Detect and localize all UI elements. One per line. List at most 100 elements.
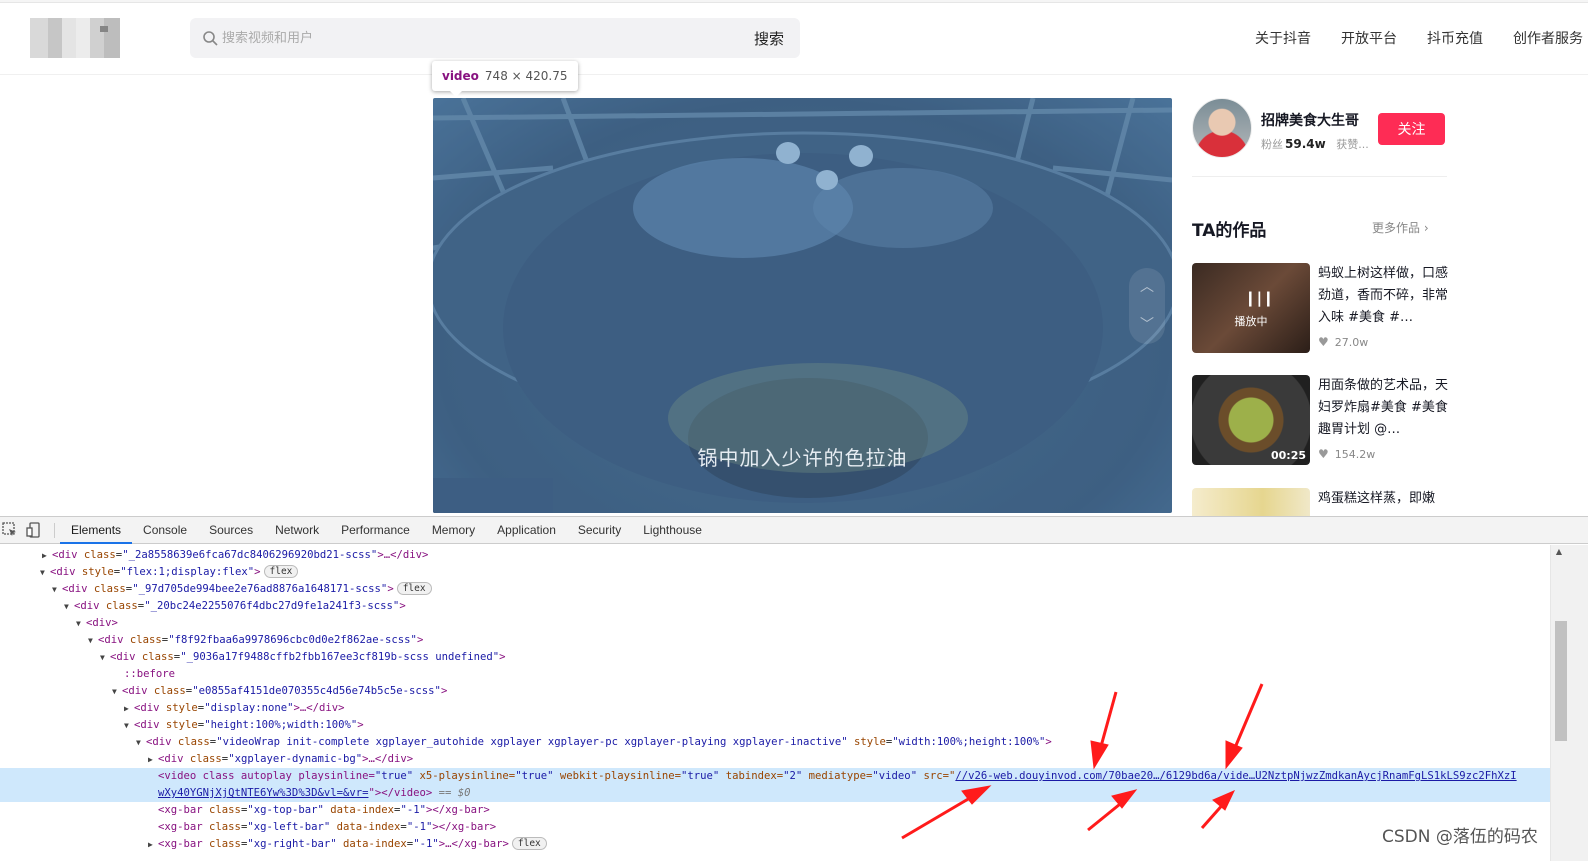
tooltip-dimensions: 748 × 420.75 (484, 69, 568, 83)
tab-security[interactable]: Security (567, 517, 632, 544)
work-likes-count: 27.0w (1334, 336, 1369, 349)
work-thumbnail[interactable]: 00:25 (1192, 375, 1310, 465)
nav-recharge[interactable]: 抖币充值 (1427, 28, 1483, 48)
author-divider (1192, 176, 1447, 177)
fans-label: 粉丝 (1261, 138, 1283, 151)
collapse-arrow-icon[interactable]: ▼ (88, 632, 98, 649)
collapse-arrow-icon[interactable]: ▼ (52, 581, 62, 598)
work-title[interactable]: 蚂蚁上树这样做，口感劲道，香而不碎，非常入味 #美食 #… (1318, 263, 1450, 329)
search-button[interactable]: 搜索 (754, 28, 784, 49)
expand-arrow-icon[interactable]: ▶ (124, 700, 134, 717)
collapse-arrow-icon[interactable]: ▼ (136, 734, 146, 751)
expand-arrow-icon[interactable]: ▶ (148, 751, 158, 768)
video-src-link-cont[interactable]: wXy40YGNjXjQtNTE6Yw%3D%3D&vl=&vr= (158, 787, 368, 799)
tree-node[interactable]: ▶ <div class="xgplayer-dynamic-bg">…</div… (0, 751, 1550, 768)
tab-console[interactable]: Console (132, 517, 198, 544)
top-nav: 关于抖音 开放平台 抖币充值 创作者服务 (1255, 28, 1588, 48)
work-likes-count: 154.2w (1334, 448, 1376, 461)
scrollbar-thumb[interactable] (1555, 621, 1567, 741)
work-likes: ♥ 27.0w (1318, 335, 1368, 349)
avatar[interactable] (1192, 98, 1252, 158)
search-input[interactable] (222, 18, 742, 58)
nav-creator-service[interactable]: 创作者服务 (1513, 28, 1583, 48)
selected-video-node[interactable]: <video class autoplay playsinline="true"… (0, 768, 1550, 785)
collapse-arrow-icon[interactable]: ▼ (76, 615, 86, 632)
elements-tree: ▶ <div class="_2a8558639e6fca67dc84062969… (0, 545, 1550, 861)
tab-network[interactable]: Network (264, 517, 330, 544)
work-title[interactable]: 鸡蛋糕这样蒸，即嫩 (1318, 488, 1450, 510)
tree-node[interactable]: ▶ <div style="display:none">…</div> (0, 700, 1550, 717)
flex-badge[interactable]: flex (511, 837, 547, 850)
tree-node[interactable]: ▼ <div style="flex:1;display:flex"> flex (0, 564, 1550, 581)
tree-node[interactable]: ::before (0, 666, 1550, 683)
tree-node[interactable]: ▼ <div> (0, 615, 1550, 632)
work-item[interactable]: 00:25 用面条做的艺术品，天妇罗炸扇#美食 #美食趣胃计划 @… ♥ 154.… (1192, 375, 1450, 465)
more-works-link[interactable]: 更多作品 › (1372, 219, 1429, 236)
work-title[interactable]: 用面条做的艺术品，天妇罗炸扇#美食 #美食趣胃计划 @… (1318, 375, 1450, 441)
fans-count: 59.4w (1285, 137, 1326, 151)
header-divider (0, 74, 1588, 75)
tab-elements[interactable]: Elements (60, 517, 133, 544)
scroll-up-icon[interactable]: ▲ (1551, 547, 1567, 556)
flex-badge[interactable]: flex (263, 565, 299, 578)
work-thumbnail[interactable]: ❙|❙ 播放中 (1192, 263, 1310, 353)
tree-node[interactable]: ▼ <div class="_20bc24e2255076f4dbc27d9fe1… (0, 598, 1550, 615)
expand-arrow-icon[interactable]: ▶ (148, 836, 158, 853)
devtools-toolbar: Elements Console Sources Network Perform… (0, 517, 1588, 544)
inspector-tooltip: video 748 × 420.75 (432, 61, 578, 97)
work-item[interactable]: 鸡蛋糕这样蒸，即嫩 (1192, 488, 1450, 516)
tree-node[interactable]: ▼ <div class="_9036a17f9488cffb2fbb167ee3… (0, 649, 1550, 666)
collapse-arrow-icon[interactable]: ▼ (64, 598, 74, 615)
video-src-link[interactable]: //v26-web.douyinvod.com/70bae20…/6129bd6… (955, 770, 1516, 782)
tree-node[interactable]: ▶ <xg-bar class="xg-right-bar" data-index… (0, 836, 1550, 853)
author-name[interactable]: 招牌美食大生哥 (1261, 110, 1359, 130)
heart-icon: ♥ (1318, 447, 1329, 461)
video-subtitle: 锅中加入少许的色拉油 (697, 446, 908, 470)
video-switch-control[interactable]: ︿ ﹀ (1129, 268, 1165, 344)
tree-node[interactable]: ▼ <div class="_97d705de994bee2e76ad8876a1… (0, 581, 1550, 598)
chevron-up-icon[interactable]: ︿ (1140, 280, 1154, 294)
tab-sources[interactable]: Sources (198, 517, 264, 544)
heart-icon: ♥ (1318, 335, 1329, 349)
video-player[interactable]: 锅中加入少许的色拉油 ︿ ﹀ (433, 98, 1172, 513)
collapse-arrow-icon[interactable]: ▼ (112, 683, 122, 700)
likes-label: 获赞... (1336, 138, 1369, 151)
search-bar: 搜索 (190, 18, 800, 58)
collapse-arrow-icon[interactable]: ▼ (100, 649, 110, 666)
tab-performance[interactable]: Performance (330, 517, 421, 544)
nav-open-platform[interactable]: 开放平台 (1341, 28, 1397, 48)
tree-node[interactable]: ▼ <div style="height:100%;width:100%"> (0, 717, 1550, 734)
top-border (0, 0, 1588, 3)
video-duration: 00:25 (1270, 449, 1306, 462)
collapse-arrow-icon[interactable]: ▼ (124, 717, 134, 734)
tab-application[interactable]: Application (486, 517, 567, 544)
device-toggle-icon[interactable] (26, 522, 42, 538)
inspect-element-icon[interactable] (2, 522, 18, 538)
selected-video-node-cont[interactable]: wXy40YGNjXjQtNTE6Yw%3D%3D&vl=&vr="></vid… (0, 785, 1550, 802)
search-icon (203, 31, 218, 46)
chevron-down-icon[interactable]: ﹀ (1140, 318, 1154, 332)
work-thumbnail[interactable] (1192, 488, 1310, 516)
logo[interactable] (30, 18, 120, 58)
nav-about[interactable]: 关于抖音 (1255, 28, 1311, 48)
tree-node[interactable]: ▶ <div class="_2a8558639e6fca67dc84062969… (0, 547, 1550, 564)
tree-node[interactable]: ▼ <div class="videoWrap init-complete xgp… (0, 734, 1550, 751)
devtools-tabs: Elements Console Sources Network Perform… (60, 517, 713, 544)
tree-node[interactable]: <xg-bar class="xg-left-bar" data-index="… (0, 819, 1550, 836)
works-title: TA的作品 (1192, 221, 1267, 241)
watermark: CSDN @落伍的码农 (1382, 827, 1538, 847)
tab-memory[interactable]: Memory (421, 517, 486, 544)
follow-button[interactable]: 关注 (1378, 113, 1445, 145)
author-stats: 粉丝 59.4w 获赞... (1261, 136, 1369, 152)
devtools-scrollbar[interactable]: ▲ (1550, 545, 1588, 861)
expand-arrow-icon[interactable]: ▶ (42, 547, 52, 564)
tree-node[interactable]: ▼ <div class="f8f92fbaa6a9978696cbc0d0e2f… (0, 632, 1550, 649)
collapse-arrow-icon[interactable]: ▼ (40, 564, 50, 581)
tree-node[interactable]: ▼ <div class="e0855af4151de070355c4d56e74… (0, 683, 1550, 700)
toolbar-divider (54, 523, 55, 538)
work-item[interactable]: ❙|❙ 播放中 蚂蚁上树这样做，口感劲道，香而不碎，非常入味 #美食 #… ♥ 2… (1192, 263, 1450, 353)
flex-badge[interactable]: flex (396, 582, 432, 595)
tab-lighthouse[interactable]: Lighthouse (632, 517, 713, 544)
playing-label: 播放中 (1234, 315, 1268, 328)
tree-node[interactable]: <xg-bar class="xg-top-bar" data-index="-… (0, 802, 1550, 819)
